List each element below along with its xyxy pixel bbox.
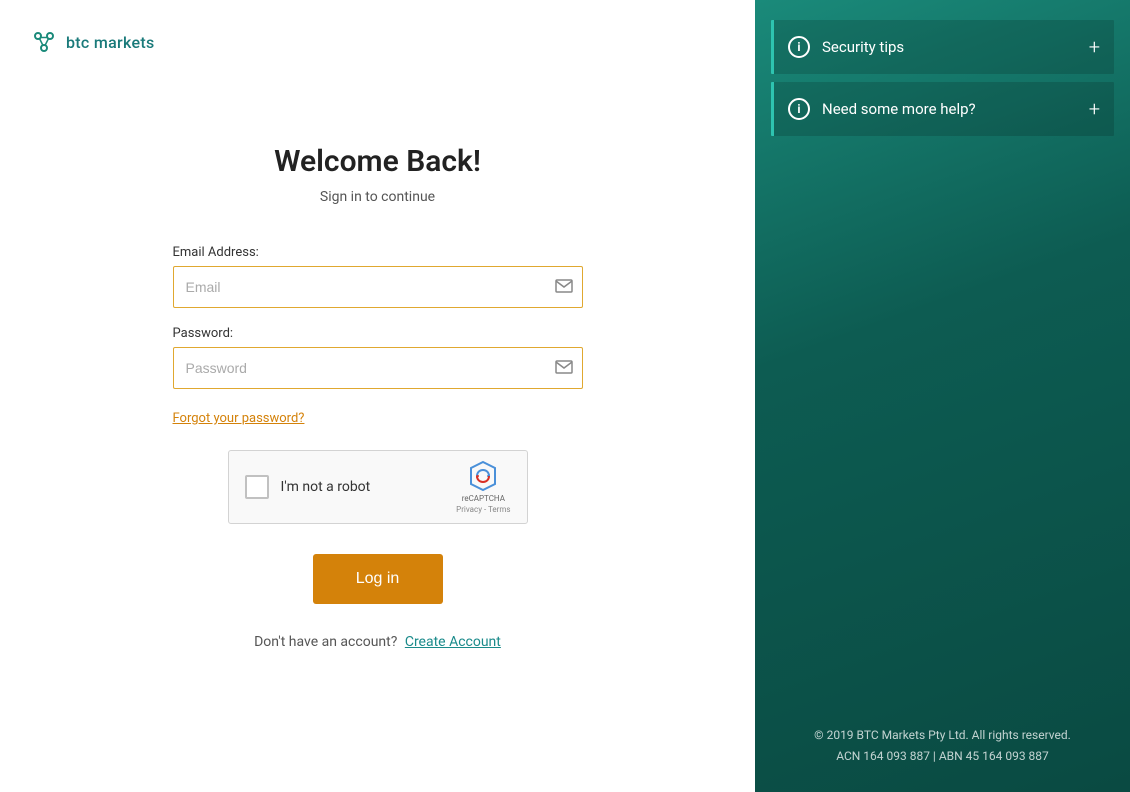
right-panel: i Security tips + i Need some more help?… bbox=[755, 0, 1130, 792]
create-account-link[interactable]: Create Account bbox=[405, 634, 501, 650]
email-input-wrapper bbox=[173, 266, 583, 308]
footer-line1: © 2019 BTC Markets Pty Ltd. All rights r… bbox=[755, 725, 1130, 747]
password-input-wrapper bbox=[173, 347, 583, 389]
logo-area: btc markets bbox=[0, 0, 755, 84]
recaptcha-logo-icon bbox=[467, 460, 499, 492]
password-form-group: Password: bbox=[173, 326, 583, 389]
no-account-text: Don't have an account? bbox=[254, 634, 397, 650]
right-footer: © 2019 BTC Markets Pty Ltd. All rights r… bbox=[755, 725, 1130, 768]
btc-markets-logo-icon bbox=[30, 28, 58, 56]
need-help-label: Need some more help? bbox=[822, 100, 1077, 118]
recaptcha-widget[interactable]: I'm not a robot reCAPTCHA Privacy - Term… bbox=[228, 450, 528, 524]
recaptcha-brand-text: reCAPTCHA bbox=[462, 494, 505, 504]
password-label: Password: bbox=[173, 326, 583, 341]
welcome-title: Welcome Back! bbox=[274, 144, 481, 179]
email-input[interactable] bbox=[173, 266, 583, 308]
security-tips-label: Security tips bbox=[822, 38, 1077, 56]
security-tips-expand-icon: + bbox=[1089, 37, 1100, 57]
recaptcha-logo-area: reCAPTCHA Privacy - Terms bbox=[456, 460, 510, 515]
forgot-password-link[interactable]: Forgot your password? bbox=[173, 411, 305, 426]
need-help-accordion[interactable]: i Need some more help? + bbox=[771, 82, 1114, 136]
recaptcha-checkbox[interactable] bbox=[245, 475, 269, 499]
need-help-info-icon: i bbox=[788, 98, 810, 120]
recaptcha-label: I'm not a robot bbox=[281, 479, 445, 495]
footer-line2: ACN 164 093 887 | ABN 45 164 093 887 bbox=[755, 746, 1130, 768]
logo-text: btc markets bbox=[66, 33, 155, 52]
login-button[interactable]: Log in bbox=[313, 554, 443, 604]
security-tips-accordion[interactable]: i Security tips + bbox=[771, 20, 1114, 74]
security-tips-info-icon: i bbox=[788, 36, 810, 58]
left-panel: btc markets Welcome Back! Sign in to con… bbox=[0, 0, 755, 792]
password-input[interactable] bbox=[173, 347, 583, 389]
email-form-group: Email Address: bbox=[173, 245, 583, 308]
need-help-expand-icon: + bbox=[1089, 99, 1100, 119]
recaptcha-policy-text: Privacy - Terms bbox=[456, 505, 510, 514]
create-account-area: Don't have an account? Create Account bbox=[254, 634, 501, 650]
forgot-password-area: Forgot your password? bbox=[173, 407, 583, 426]
login-form-container: Welcome Back! Sign in to continue Email … bbox=[0, 84, 755, 792]
sign-in-subtitle: Sign in to continue bbox=[320, 189, 435, 205]
email-label: Email Address: bbox=[173, 245, 583, 260]
